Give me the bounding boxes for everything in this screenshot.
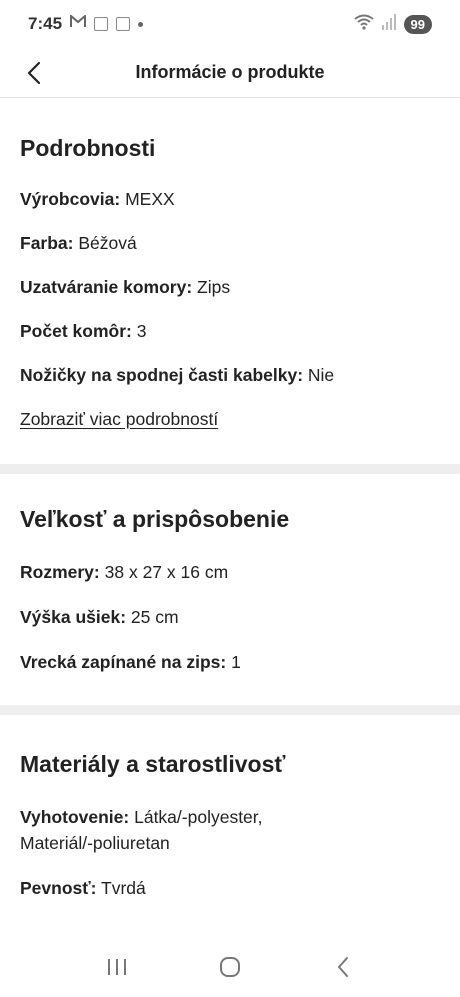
home-icon (219, 957, 240, 977)
status-bar: 7:45 99 (0, 0, 460, 48)
section-title: Veľkosť a prispôsobenie (20, 506, 290, 532)
gmail-icon (70, 13, 87, 33)
page-title: Informácie o produkte (135, 62, 325, 82)
system-back-button[interactable] (323, 947, 363, 987)
detail-row: Rozmery: 38 x 27 x 16 cm (20, 562, 229, 582)
status-left: 7:45 (28, 13, 144, 34)
detail-row: Pevnosť: Tvrdá (20, 878, 146, 898)
detail-row: Vrecká zapínané na zips: 1 (20, 652, 241, 672)
show-more-details-link[interactable]: Zobraziť viac podrobností (20, 409, 218, 429)
app-header: Informácie o produkte (0, 48, 460, 98)
product-info-content: Podrobnosti Výrobcovia: MEXX Farba: Béžo… (0, 99, 460, 901)
detail-row: Výška ušiek: 25 cm (20, 607, 179, 627)
system-nav-bar (0, 937, 460, 997)
home-button[interactable] (210, 947, 250, 987)
detail-row: Vyhotovenie: Látka/-polyester, Materiál/… (20, 807, 263, 853)
wifi-icon (353, 14, 374, 35)
section-divider (0, 705, 460, 715)
section-title: Materiály a starostlivosť (20, 751, 286, 777)
status-time: 7:45 (28, 14, 63, 33)
details-section: Podrobnosti Výrobcovia: MEXX Farba: Béžo… (0, 99, 460, 464)
recent-apps-icon (107, 959, 126, 975)
detail-row: Farba: Béžová (20, 233, 137, 253)
status-right: 99 (353, 13, 432, 35)
detail-row: Počet komôr: 3 (20, 321, 147, 341)
notification-icon (116, 17, 131, 31)
signal-icon (381, 13, 396, 35)
detail-row: Výrobcovia: MEXX (20, 189, 175, 209)
detail-row: Uzatváranie komory: Zips (20, 277, 231, 297)
notification-icon (94, 17, 109, 31)
back-icon (338, 957, 349, 977)
recent-apps-button[interactable] (97, 947, 137, 987)
section-title: Podrobnosti (20, 135, 156, 161)
chevron-left-icon (27, 61, 41, 85)
materials-section: Materiály a starostlivosť Vyhotovenie: L… (0, 715, 460, 901)
more-notifications-icon (138, 21, 144, 27)
size-section: Veľkosť a prispôsobenie Rozmery: 38 x 27… (0, 474, 460, 705)
back-button[interactable] (18, 56, 50, 90)
detail-row: Nožičky na spodnej časti kabelky: Nie (20, 365, 335, 385)
section-divider (0, 464, 460, 474)
battery-badge: 99 (403, 14, 432, 34)
